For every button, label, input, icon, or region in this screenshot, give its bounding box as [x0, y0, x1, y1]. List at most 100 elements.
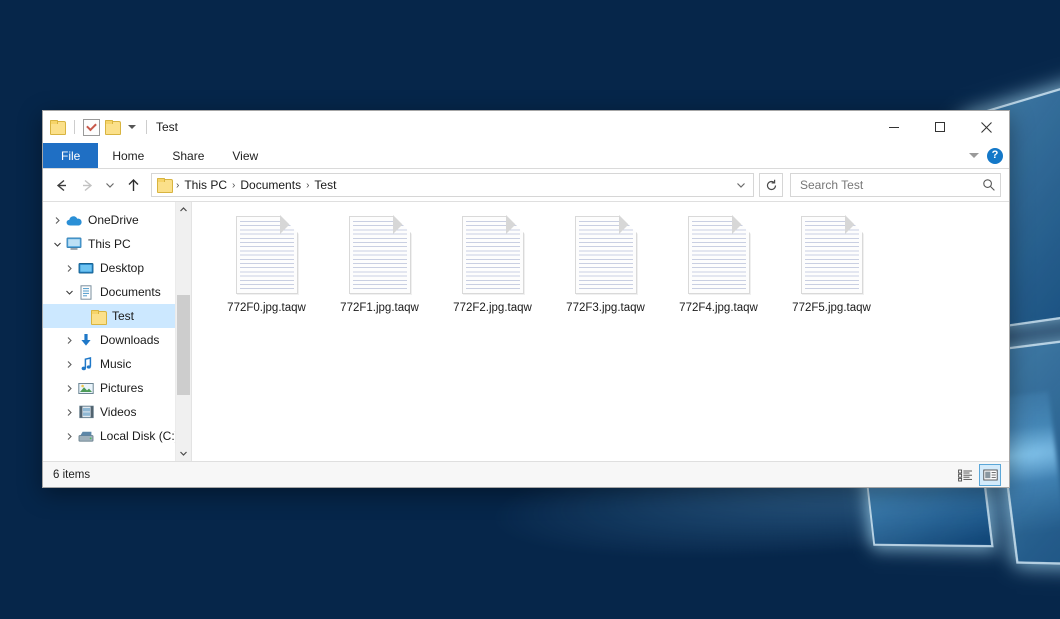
chevron-down-icon[interactable]	[969, 153, 979, 158]
help-icon[interactable]: ?	[987, 148, 1003, 164]
sidebar-item-label: This PC	[88, 237, 131, 251]
sidebar-item-this-pc[interactable]: This PC	[43, 232, 191, 256]
window-controls	[871, 111, 1009, 143]
breadcrumb-item-test[interactable]: Test	[310, 178, 340, 192]
breadcrumb-item-documents[interactable]: Documents	[236, 178, 305, 192]
tab-home[interactable]: Home	[98, 143, 158, 168]
file-name: 772F3.jpg.taqw	[566, 302, 645, 314]
downloads-icon	[77, 332, 95, 348]
generic-document-icon	[462, 216, 524, 294]
new-folder-icon[interactable]	[105, 120, 121, 134]
recent-locations-button[interactable]	[101, 173, 119, 197]
breadcrumb: › This PC › Documents › Test	[175, 178, 731, 192]
scroll-up-arrow-icon[interactable]	[176, 202, 191, 217]
desktop-icon	[77, 260, 95, 276]
file-item[interactable]: 772F3.jpg.taqw	[549, 212, 662, 314]
sidebar-item-label: Downloads	[100, 333, 159, 347]
local-disk-icon	[77, 428, 95, 444]
status-bar: 6 items	[43, 461, 1009, 487]
videos-icon	[77, 404, 95, 420]
explorer-folder-icon[interactable]	[50, 120, 66, 134]
file-item[interactable]: 772F5.jpg.taqw	[775, 212, 888, 314]
sidebar-item-label: OneDrive	[88, 213, 139, 227]
title-bar: Test	[43, 111, 1009, 143]
tab-share[interactable]: Share	[158, 143, 218, 168]
forward-button[interactable]	[75, 173, 99, 197]
chevron-right-icon[interactable]	[61, 352, 77, 376]
documents-icon	[77, 284, 95, 300]
file-name: 772F0.jpg.taqw	[227, 302, 306, 314]
chevron-right-icon[interactable]	[61, 400, 77, 424]
chevron-right-icon[interactable]	[49, 208, 65, 232]
properties-icon[interactable]	[83, 119, 100, 136]
file-item[interactable]: 772F0.jpg.taqw	[210, 212, 323, 314]
explorer-body: OneDrive This PC Desktop	[43, 201, 1009, 461]
pictures-icon	[77, 380, 95, 396]
file-name: 772F2.jpg.taqw	[453, 302, 532, 314]
chevron-down-icon[interactable]	[49, 232, 65, 256]
close-button[interactable]	[963, 111, 1009, 143]
sidebar-item-test[interactable]: Test	[43, 304, 191, 328]
tab-file[interactable]: File	[43, 143, 98, 168]
back-button[interactable]	[49, 173, 73, 197]
file-item[interactable]: 772F2.jpg.taqw	[436, 212, 549, 314]
sidebar-item-label: Music	[100, 357, 131, 371]
generic-document-icon	[349, 216, 411, 294]
navigation-pane: OneDrive This PC Desktop	[43, 202, 191, 461]
scroll-down-arrow-icon[interactable]	[176, 446, 191, 461]
chevron-right-icon[interactable]	[61, 376, 77, 400]
large-icons-view-button[interactable]	[979, 464, 1001, 486]
sidebar-item-label: Videos	[100, 405, 136, 419]
navigation-pane-scrollbar[interactable]	[175, 202, 191, 461]
item-count-label: 6 items	[53, 469, 90, 481]
maximize-button[interactable]	[917, 111, 963, 143]
chevron-right-icon[interactable]	[61, 328, 77, 352]
chevron-placeholder	[73, 304, 89, 328]
sidebar-item-desktop[interactable]: Desktop	[43, 256, 191, 280]
sidebar-item-label: Local Disk (C:)	[100, 429, 179, 443]
qat-divider	[146, 120, 147, 134]
sidebar-item-videos[interactable]: Videos	[43, 400, 191, 424]
sidebar-item-pictures[interactable]: Pictures	[43, 376, 191, 400]
details-view-button[interactable]	[955, 465, 975, 485]
this-pc-icon	[65, 236, 83, 252]
previous-locations-button[interactable]	[731, 175, 751, 195]
sidebar-item-label: Test	[112, 309, 134, 323]
sidebar-item-onedrive[interactable]: OneDrive	[43, 208, 191, 232]
generic-document-icon	[688, 216, 750, 294]
music-icon	[77, 356, 95, 372]
sidebar-item-label: Documents	[100, 285, 161, 299]
file-item[interactable]: 772F1.jpg.taqw	[323, 212, 436, 314]
file-item[interactable]: 772F4.jpg.taqw	[662, 212, 775, 314]
minimize-button[interactable]	[871, 111, 917, 143]
breadcrumb-bar[interactable]: › This PC › Documents › Test	[151, 173, 754, 197]
sidebar-item-local-disk-c[interactable]: Local Disk (C:)	[43, 424, 191, 448]
chevron-down-icon[interactable]	[61, 280, 77, 304]
ribbon-right-controls: ?	[969, 143, 1003, 168]
search-icon[interactable]	[982, 178, 996, 192]
scrollbar-thumb[interactable]	[177, 295, 190, 395]
file-grid: 772F0.jpg.taqw 772F1.jpg.taqw 772F2.jpg.…	[210, 212, 1009, 314]
file-name: 772F1.jpg.taqw	[340, 302, 419, 314]
folder-icon	[89, 308, 107, 324]
quick-access-toolbar	[50, 111, 150, 143]
sidebar-item-documents[interactable]: Documents	[43, 280, 191, 304]
generic-document-icon	[801, 216, 863, 294]
breadcrumb-folder-icon[interactable]	[157, 178, 173, 192]
address-bar-buttons	[731, 175, 751, 195]
chevron-right-icon[interactable]	[61, 256, 77, 280]
search-input[interactable]	[798, 177, 982, 193]
address-bar: › This PC › Documents › Test	[43, 169, 1009, 201]
file-name: 772F5.jpg.taqw	[792, 302, 871, 314]
file-list-view[interactable]: 772F0.jpg.taqw 772F1.jpg.taqw 772F2.jpg.…	[191, 202, 1009, 461]
ribbon-tabs: File Home Share View ?	[43, 143, 1009, 169]
up-button[interactable]	[121, 173, 145, 197]
refresh-button[interactable]	[759, 173, 783, 197]
tab-view[interactable]: View	[218, 143, 272, 168]
chevron-right-icon[interactable]	[61, 424, 77, 448]
customize-caret-icon[interactable]	[128, 125, 136, 129]
sidebar-item-music[interactable]: Music	[43, 352, 191, 376]
search-box[interactable]	[790, 173, 1001, 197]
breadcrumb-item-this-pc[interactable]: This PC	[180, 178, 231, 192]
sidebar-item-downloads[interactable]: Downloads	[43, 328, 191, 352]
